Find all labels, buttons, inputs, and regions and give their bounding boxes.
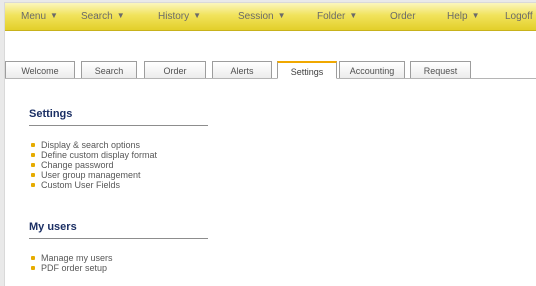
menu-help-label: Help [447,11,468,22]
settings-link-label: Change password [41,160,114,170]
bullet-icon [31,256,35,260]
settings-link-change-password[interactable]: Change password [27,160,157,170]
tab-request[interactable]: Request [410,61,471,79]
tab-search-label: Search [94,66,124,76]
chevron-down-icon: ▼ [193,11,202,20]
menu-order[interactable]: Order [390,3,416,31]
tab-order-label: Order [163,66,187,76]
settings-section-divider [29,125,208,126]
settings-links: Display & search options Define custom d… [27,140,157,190]
menu-search[interactable]: Search ▼ [81,3,125,31]
tab-alerts-label: Alerts [230,66,254,76]
menu-search-label: Search [81,11,113,22]
chevron-down-icon: ▼ [277,11,286,20]
settings-link-label: Custom User Fields [41,180,121,190]
menu-session-label: Session [238,11,274,22]
tab-welcome-label: Welcome [21,66,59,76]
tab-settings-label: Settings [290,67,324,77]
bullet-icon [31,153,35,157]
menu-folder[interactable]: Folder ▼ [317,3,357,31]
tab-order[interactable]: Order [144,61,206,79]
bullet-icon [31,143,35,147]
my-users-section-title: My users [29,221,77,233]
chevron-down-icon: ▼ [50,11,58,20]
bullet-icon [31,173,35,177]
bullet-icon [31,183,35,187]
tab-welcome[interactable]: Welcome [5,61,75,79]
tab-bar: Welcome Search Order Alerts Settings Acc… [5,61,536,79]
chevron-down-icon: ▼ [471,11,480,20]
bullet-icon [31,266,35,270]
settings-link-label: Define custom display format [41,150,158,160]
menu-logoff-label: Logoff [505,11,533,22]
settings-link-label: User group management [41,170,141,180]
settings-link-custom-display-format[interactable]: Define custom display format [27,150,157,160]
menu-order-label: Order [390,11,416,22]
settings-link-user-group-management[interactable]: User group management [27,170,157,180]
my-users-section-divider [29,238,208,239]
menu-menu[interactable]: Menu ▼ [21,3,58,31]
chevron-down-icon: ▼ [116,11,125,20]
tab-accounting[interactable]: Accounting [339,61,405,79]
menu-menu-label: Menu [21,11,47,22]
menu-help[interactable]: Help ▼ [447,3,480,31]
tab-search[interactable]: Search [81,61,137,79]
tab-alerts[interactable]: Alerts [212,61,272,79]
my-users-link-manage-users[interactable]: Manage my users [27,253,113,263]
settings-link-label: Display & search options [41,140,141,150]
menu-history[interactable]: History ▼ [158,3,201,31]
tab-settings[interactable]: Settings [277,61,337,79]
chevron-down-icon: ▼ [349,11,358,20]
top-menu-bar: Menu ▼ Search ▼ History ▼ Session ▼ Folder ▼ … [5,3,536,31]
my-users-link-pdf-order-setup[interactable]: PDF order setup [27,263,113,273]
my-users-link-label: Manage my users [41,253,113,263]
menu-folder-label: Folder [317,11,346,22]
app-window: Menu ▼ Search ▼ History ▼ Session ▼ Folder ▼ … [4,2,536,286]
settings-section-title: Settings [29,108,73,120]
my-users-links: Manage my users PDF order setup [27,253,113,273]
tab-accounting-label: Accounting [349,66,395,76]
tab-request-label: Request [423,66,458,76]
settings-link-custom-user-fields[interactable]: Custom User Fields [27,180,157,190]
tab-strip-divider [5,78,536,79]
menu-logoff[interactable]: Logoff [505,3,533,31]
menu-session[interactable]: Session ▼ [238,3,286,31]
settings-link-display-search-options[interactable]: Display & search options [27,140,157,150]
my-users-link-label: PDF order setup [41,263,108,273]
bullet-icon [31,163,35,167]
menu-history-label: History [158,11,190,22]
